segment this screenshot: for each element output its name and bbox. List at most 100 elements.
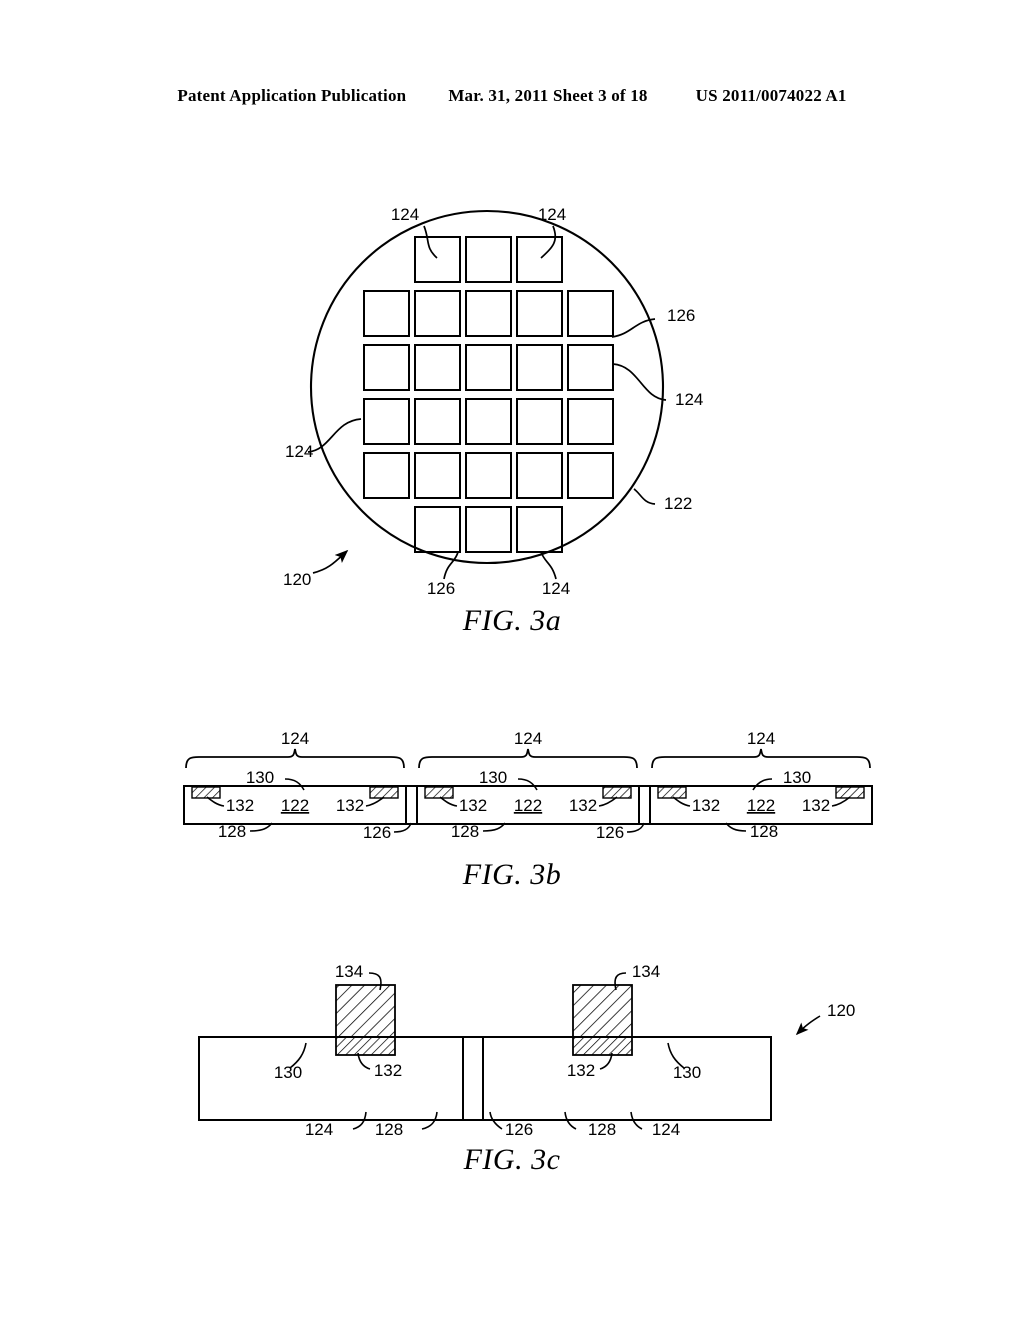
saw-street-b bbox=[638, 785, 651, 825]
contact-pad bbox=[835, 786, 865, 799]
fig-3b-brackets bbox=[185, 748, 871, 769]
ref-126: 126 bbox=[427, 579, 455, 598]
die-square bbox=[516, 452, 563, 499]
die-square bbox=[516, 398, 563, 445]
ref-122: 122 bbox=[281, 796, 309, 815]
ref-130: 130 bbox=[479, 768, 507, 787]
die-bracket bbox=[651, 748, 871, 769]
contact-pad bbox=[602, 786, 632, 799]
die-square bbox=[363, 290, 410, 337]
ref-124: 124 bbox=[538, 205, 566, 224]
ref-124: 124 bbox=[281, 729, 309, 748]
die-square bbox=[465, 398, 512, 445]
contact-pad bbox=[335, 1036, 396, 1056]
ref-124: 124 bbox=[305, 1120, 333, 1139]
die-square bbox=[363, 398, 410, 445]
ref-124: 124 bbox=[514, 729, 542, 748]
die-square bbox=[414, 398, 461, 445]
die-square bbox=[567, 452, 614, 499]
ref-132: 132 bbox=[802, 796, 830, 815]
patent-page: Patent Application Publication Mar. 31, 2… bbox=[0, 0, 1024, 1320]
die-square bbox=[465, 344, 512, 391]
ref-134: 134 bbox=[632, 962, 660, 981]
die-square bbox=[465, 506, 512, 553]
ref-126: 126 bbox=[363, 823, 391, 842]
ref-130: 130 bbox=[246, 768, 274, 787]
die-body bbox=[198, 1036, 464, 1121]
leader-122-right bbox=[633, 488, 656, 505]
ref-134: 134 bbox=[335, 962, 363, 981]
die-square bbox=[414, 506, 461, 553]
leader-126-bottom bbox=[443, 551, 459, 580]
figure-caption-3c: FIG. 3c bbox=[463, 1143, 561, 1176]
die-grid bbox=[363, 236, 614, 553]
figures-canvas: 124 124 126 124 124 122 120 126 124 124 … bbox=[183, 205, 873, 1139]
die-square bbox=[363, 452, 410, 499]
ref-132: 132 bbox=[567, 1061, 595, 1080]
contact-pad bbox=[191, 786, 221, 799]
die-square bbox=[465, 236, 512, 283]
contact-pad bbox=[657, 786, 687, 799]
ref-128: 128 bbox=[218, 822, 246, 841]
contact-pad bbox=[572, 1036, 633, 1056]
die-square bbox=[516, 236, 563, 283]
leader-120-arrow-c bbox=[795, 1015, 821, 1036]
ref-130: 130 bbox=[783, 768, 811, 787]
ref-122: 122 bbox=[747, 796, 775, 815]
ref-126: 126 bbox=[596, 823, 624, 842]
die-square bbox=[567, 398, 614, 445]
fig-3c-group: 134 134 120 132 132 130 130 124 128 126 … bbox=[198, 962, 855, 1139]
die-square bbox=[414, 236, 461, 283]
leader-124-top-left bbox=[423, 225, 438, 259]
die-square bbox=[567, 290, 614, 337]
die-square bbox=[414, 344, 461, 391]
bump bbox=[335, 984, 396, 1038]
ref-120: 120 bbox=[827, 1001, 855, 1020]
ref-122: 122 bbox=[664, 494, 692, 513]
ref-130: 130 bbox=[673, 1063, 701, 1082]
ref-132: 132 bbox=[336, 796, 364, 815]
die-square bbox=[465, 290, 512, 337]
die-square bbox=[567, 344, 614, 391]
leader-120-arrow bbox=[312, 549, 349, 574]
ref-124: 124 bbox=[391, 205, 419, 224]
ref-132: 132 bbox=[692, 796, 720, 815]
ref-124: 124 bbox=[747, 729, 775, 748]
die-square bbox=[516, 506, 563, 553]
ref-132: 132 bbox=[459, 796, 487, 815]
die-square bbox=[414, 290, 461, 337]
leader-124-bottom bbox=[540, 551, 557, 580]
die-square bbox=[516, 344, 563, 391]
contact-pad bbox=[424, 786, 454, 799]
ref-122: 122 bbox=[514, 796, 542, 815]
die-square bbox=[414, 452, 461, 499]
ref-128: 128 bbox=[451, 822, 479, 841]
die-bracket bbox=[185, 748, 405, 769]
ref-128: 128 bbox=[750, 822, 778, 841]
figure-caption-3b: FIG. 3b bbox=[462, 858, 562, 891]
ref-132: 132 bbox=[569, 796, 597, 815]
ref-124: 124 bbox=[542, 579, 570, 598]
contact-pad bbox=[369, 786, 399, 799]
saw-street-b bbox=[405, 785, 418, 825]
ref-128: 128 bbox=[375, 1120, 403, 1139]
ref-130: 130 bbox=[274, 1063, 302, 1082]
bump bbox=[572, 984, 633, 1038]
ref-132: 132 bbox=[374, 1061, 402, 1080]
leader-124-right bbox=[612, 363, 667, 401]
ref-120: 120 bbox=[283, 570, 311, 589]
ref-124: 124 bbox=[285, 442, 313, 461]
figure-caption-3a: FIG. 3a bbox=[462, 604, 562, 637]
die-bracket bbox=[418, 748, 638, 769]
fig-3a-group: 124 124 126 124 124 122 120 126 124 bbox=[283, 205, 703, 598]
die-square bbox=[516, 290, 563, 337]
die-square bbox=[363, 344, 410, 391]
ref-124: 124 bbox=[675, 390, 703, 409]
leader-126-right bbox=[611, 318, 656, 338]
die-square bbox=[465, 452, 512, 499]
ref-124: 124 bbox=[652, 1120, 680, 1139]
leader-124-top-right bbox=[540, 225, 557, 259]
fig-3a-labels: 124 124 126 124 124 122 120 126 124 bbox=[283, 205, 703, 598]
ref-132: 132 bbox=[226, 796, 254, 815]
ref-126: 126 bbox=[667, 306, 695, 325]
